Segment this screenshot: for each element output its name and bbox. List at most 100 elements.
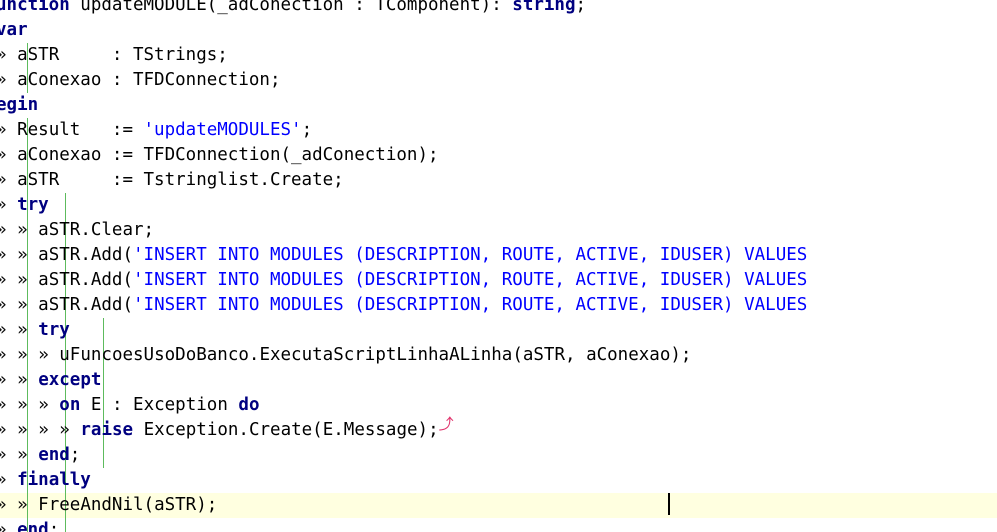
code-line[interactable]: » » FreeAndNil(aSTR); [0, 493, 997, 518]
tab-marker: » [17, 395, 28, 415]
code-token: updateMODULE(_adConection : TComponent): [69, 0, 513, 15]
string-token: 'INSERT INTO MODULES (DESCRIPTION, ROUTE… [133, 270, 808, 290]
tab-marker: » [17, 245, 28, 265]
code-token: aSTR.Add( [27, 270, 133, 290]
tab-marker: » [38, 395, 49, 415]
code-line-text: » finally [0, 468, 91, 493]
code-line-text: » » aSTR.Add('INSERT INTO MODULES (DESCR… [0, 268, 807, 293]
code-line[interactable]: » » except [0, 368, 997, 393]
code-line[interactable]: » aSTR : TStrings; [0, 43, 997, 68]
code-line-text: » aConexao : TFDConnection; [0, 68, 280, 93]
keyword-token: end [17, 520, 49, 532]
code-line[interactable]: » finally [0, 468, 997, 493]
string-token: 'INSERT INTO MODULES (DESCRIPTION, ROUTE… [133, 245, 808, 265]
code-line[interactable]: » end; [0, 518, 997, 532]
tab-marker: » [17, 420, 28, 440]
text-caret [668, 493, 670, 515]
exception-mark-icon: ⤴ [438, 415, 454, 433]
keyword-token: raise [80, 420, 134, 440]
tab-marker: » [38, 345, 49, 365]
string-token: 'INSERT INTO MODULES (DESCRIPTION, ROUTE… [133, 295, 808, 315]
code-line-text: egin [0, 93, 38, 118]
code-token: aSTR.Add( [27, 245, 133, 265]
block-guide-line [103, 318, 104, 343]
code-line[interactable]: » » aSTR.Clear; [0, 218, 997, 243]
code-line[interactable]: egin [0, 93, 997, 118]
code-line-text: » » except [0, 368, 101, 393]
block-guide-line [65, 518, 66, 532]
code-token: ; [301, 120, 313, 140]
code-line[interactable]: » » » on E : Exception do [0, 393, 997, 418]
tab-marker: » [17, 320, 28, 340]
code-line[interactable]: » aSTR := Tstringlist.Create; [0, 168, 997, 193]
code-line-text: » aSTR : TStrings; [0, 43, 228, 68]
block-guide-line [103, 443, 104, 468]
code-line-text: » » » » raise Exception.Create(E.Message… [0, 415, 454, 443]
code-line[interactable]: » » » » raise Exception.Create(E.Message… [0, 415, 997, 443]
code-token: ; [69, 445, 81, 465]
keyword-token: try [17, 195, 49, 215]
keyword-token: on [59, 395, 81, 415]
keyword-token: end [38, 445, 70, 465]
tab-marker: » [17, 445, 28, 465]
tab-marker: » [17, 345, 28, 365]
code-line-text: » aSTR := Tstringlist.Create; [0, 168, 344, 193]
code-token: aSTR.Add( [27, 295, 133, 315]
code-token: ; [575, 0, 587, 15]
code-line[interactable]: » try [0, 193, 997, 218]
tab-marker: » [59, 420, 70, 440]
code-line-text: » » aSTR.Add('INSERT INTO MODULES (DESCR… [0, 243, 807, 268]
code-line-text: » aConexao := TFDConnection(_adConection… [0, 143, 439, 168]
code-line[interactable]: » » aSTR.Add('INSERT INTO MODULES (DESCR… [0, 268, 997, 293]
code-line[interactable]: unction updateMODULE(_adConection : TCom… [0, 0, 997, 18]
code-line[interactable]: » » aSTR.Add('INSERT INTO MODULES (DESCR… [0, 243, 997, 268]
code-line-text: » Result := 'updateMODULES'; [0, 118, 312, 143]
code-token: ; [48, 520, 60, 532]
code-line-text: » » » on E : Exception do [0, 393, 259, 418]
code-line-text: » » » uFuncoesUsoDoBanco.ExecutaScriptLi… [0, 343, 691, 368]
code-line[interactable]: » » » uFuncoesUsoDoBanco.ExecutaScriptLi… [0, 343, 997, 368]
block-guide-line [65, 193, 66, 218]
code-token: aSTR := Tstringlist.Create; [6, 170, 344, 190]
keyword-token: do [238, 395, 260, 415]
keyword-token: except [38, 370, 102, 390]
tab-marker: » [17, 370, 28, 390]
code-line[interactable]: » » aSTR.Add('INSERT INTO MODULES (DESCR… [0, 293, 997, 318]
code-line[interactable]: » Result := 'updateMODULES'; [0, 118, 997, 143]
code-line[interactable]: » » end; [0, 443, 997, 468]
code-line[interactable]: » aConexao := TFDConnection(_adConection… [0, 143, 997, 168]
code-token: FreeAndNil(aSTR); [27, 495, 218, 515]
code-token: Result := [6, 120, 144, 140]
keyword-token: finally [17, 470, 91, 490]
code-token: aConexao := TFDConnection(_adConection); [6, 145, 439, 165]
code-line-text: » end; [0, 518, 59, 532]
code-line-text: » » aSTR.Add('INSERT INTO MODULES (DESCR… [0, 293, 807, 318]
code-line[interactable]: » aConexao : TFDConnection; [0, 68, 997, 93]
code-line-text: » » aSTR.Clear; [0, 218, 154, 243]
keyword-token: egin [0, 95, 39, 115]
code-line[interactable]: var [0, 18, 997, 43]
code-token: aConexao : TFDConnection; [6, 70, 281, 90]
keyword-token: string [512, 0, 576, 15]
code-token: aSTR : TStrings; [6, 45, 228, 65]
string-token: 'updateMODULES' [143, 120, 302, 140]
code-line[interactable]: » » try [0, 318, 997, 343]
keyword-token: var [0, 20, 28, 40]
code-token: E : Exception [80, 395, 239, 415]
code-editor[interactable]: unction updateMODULE(_adConection : TCom… [0, 0, 997, 532]
block-guide-line [103, 368, 104, 393]
